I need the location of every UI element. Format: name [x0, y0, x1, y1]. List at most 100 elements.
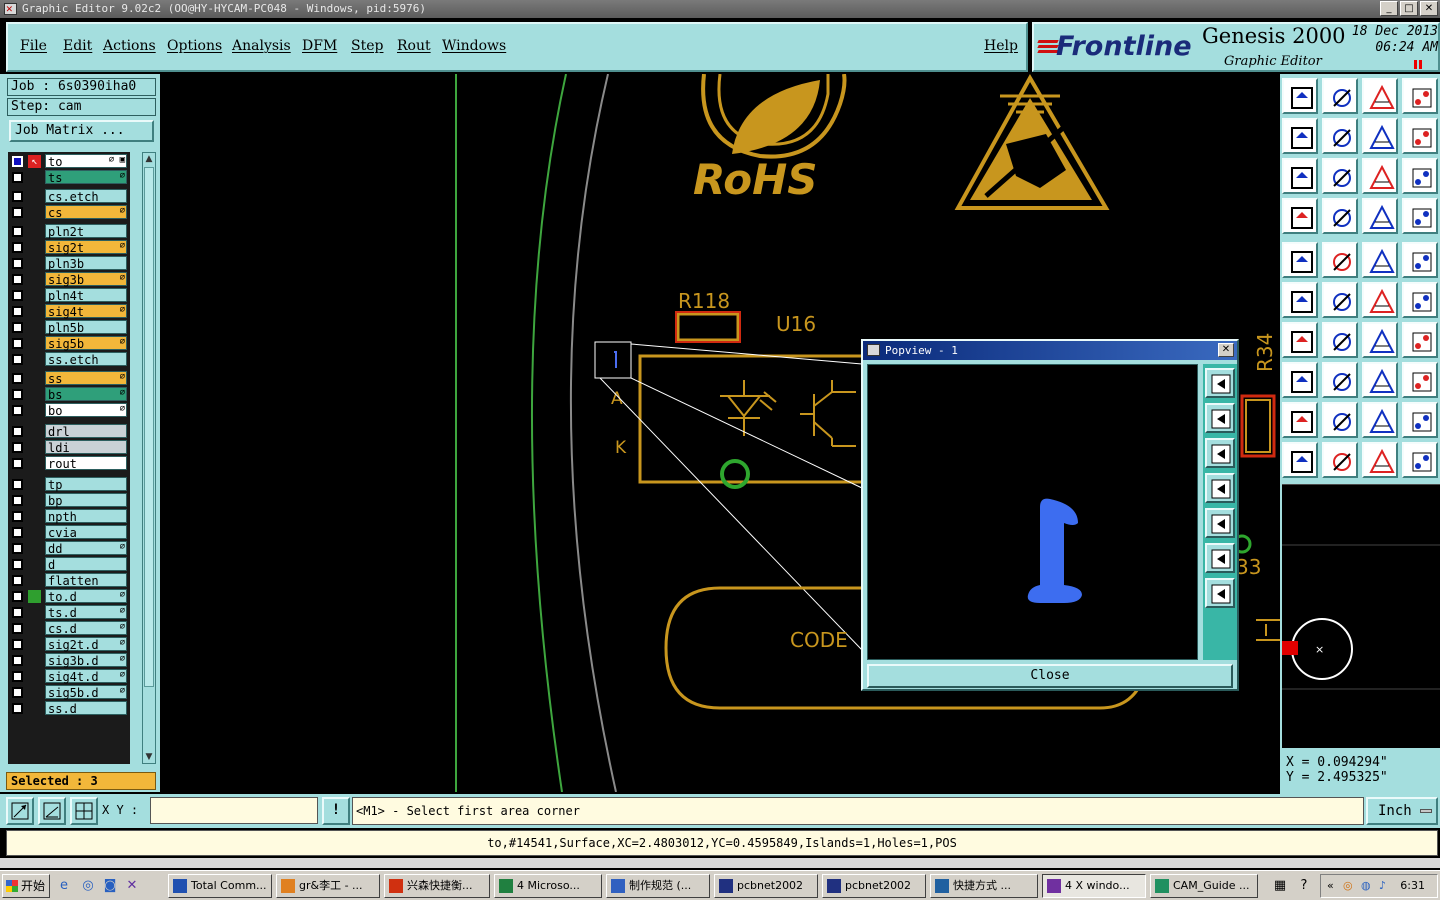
overview-window[interactable]: ×	[1282, 484, 1440, 748]
minimize-button[interactable]: _	[1380, 1, 1398, 16]
layer-checkbox[interactable]	[12, 607, 23, 618]
scale-icon[interactable]	[1362, 158, 1398, 194]
layer-name[interactable]: sig2t	[45, 240, 127, 255]
layer-row-bs[interactable]: bs ⌀	[8, 387, 130, 402]
taskbar-task[interactable]: pcbnet2002	[714, 874, 818, 898]
menu-windows[interactable]: Windows	[442, 38, 506, 54]
center-icon[interactable]	[1322, 158, 1358, 194]
taskbar-task[interactable]: CAM_Guide ...	[1150, 874, 1258, 898]
menu-options[interactable]: Options	[167, 38, 222, 54]
layer-checkbox[interactable]	[12, 655, 23, 666]
menu-dfm[interactable]: DFM	[302, 38, 337, 54]
layers-red-icon[interactable]	[1362, 198, 1398, 234]
layer-checkbox[interactable]	[12, 495, 23, 506]
quicklaunch-icon-2[interactable]: ◙	[102, 878, 118, 894]
help-icon[interactable]: ?	[1296, 878, 1312, 894]
pop-down-icon[interactable]	[1205, 438, 1235, 468]
layer-row-to-d[interactable]: to.d ⌀	[8, 589, 130, 604]
layer-row-sig3b-d[interactable]: sig3b.d ⌀	[8, 653, 130, 668]
layer-name[interactable]: bs	[45, 387, 127, 402]
layer-name[interactable]: ts.d	[45, 605, 127, 620]
ie-icon[interactable]: e	[56, 878, 72, 894]
move-left-icon[interactable]	[1282, 118, 1318, 154]
layer-row-npth[interactable]: npth	[8, 509, 130, 524]
link-2-icon[interactable]	[1402, 282, 1438, 318]
dimension-icon[interactable]	[1362, 362, 1398, 398]
layer-name[interactable]: ldi	[45, 440, 127, 455]
layer-checkbox[interactable]	[12, 527, 23, 538]
layer-row-ldi[interactable]: ldi	[8, 440, 130, 455]
pointer-icon[interactable]	[1282, 442, 1318, 478]
unit-selector[interactable]: Inch	[1366, 797, 1438, 825]
layer-name[interactable]: pln5b	[45, 320, 127, 335]
save-icon[interactable]	[1322, 78, 1358, 114]
menu-help[interactable]: Help	[984, 38, 1018, 54]
layer-row-drl[interactable]: drl	[8, 424, 130, 439]
layer-checkbox[interactable]	[12, 405, 23, 416]
layer-row-sig5b[interactable]: sig5b ⌀	[8, 336, 130, 351]
layer-checkbox[interactable]	[12, 559, 23, 570]
layer-name[interactable]: cs.etch	[45, 189, 127, 204]
layer-row-bp[interactable]: bp	[8, 493, 130, 508]
triangle-1-icon[interactable]	[1282, 402, 1318, 438]
layer-name[interactable]: sig5b	[45, 336, 127, 351]
layer-row-sig4t[interactable]: sig4t ⌀	[8, 304, 130, 319]
fiducial-icon[interactable]	[1402, 322, 1438, 358]
pad-add-icon[interactable]	[1282, 362, 1318, 398]
link-icon[interactable]	[1362, 282, 1398, 318]
layer-row-d[interactable]: d	[8, 557, 130, 572]
route-icon[interactable]	[1402, 118, 1438, 154]
layer-checkbox[interactable]	[12, 274, 23, 285]
pop-up-icon[interactable]	[1205, 403, 1235, 433]
taskbar-task[interactable]: 制作规范 (...	[606, 874, 710, 898]
menu-analysis[interactable]: Analysis	[232, 38, 291, 54]
layer-row-cs-etch[interactable]: cs.etch	[8, 189, 130, 204]
window-title-bar[interactable]: Graphic Editor 9.02c2 (OO@HY-HYCAM-PC048…	[0, 0, 1440, 18]
layer-name[interactable]: ss	[45, 371, 127, 386]
layer-checkbox[interactable]	[12, 258, 23, 269]
popview-close-button[interactable]: Close	[867, 664, 1233, 688]
triangle-4-icon[interactable]	[1402, 402, 1438, 438]
layer-row-sig2t[interactable]: sig2t ⌀	[8, 240, 130, 255]
layer-checkbox[interactable]	[12, 207, 23, 218]
scroll-up-icon[interactable]: ▲	[144, 154, 154, 164]
layer-checkbox[interactable]	[12, 575, 23, 586]
layer-checkbox[interactable]	[12, 242, 23, 253]
tray-icon-2[interactable]: ◍	[1361, 875, 1371, 897]
pop-fit-icon[interactable]	[1205, 543, 1235, 573]
layer-name[interactable]: sig5b.d	[45, 685, 127, 700]
layer-name[interactable]: to.d	[45, 589, 127, 604]
layer-name[interactable]: d	[45, 557, 127, 572]
layer-checkbox[interactable]	[12, 290, 23, 301]
pop-center-icon[interactable]	[1205, 578, 1235, 608]
split-icon[interactable]	[1322, 362, 1358, 398]
layer-checkbox[interactable]	[12, 338, 23, 349]
layer-checkbox[interactable]	[12, 172, 23, 183]
layer-checkbox[interactable]	[12, 226, 23, 237]
zoom-area-button[interactable]	[6, 797, 34, 825]
help-query-icon[interactable]	[1402, 158, 1438, 194]
execute-button[interactable]: !	[322, 797, 350, 825]
layer-name[interactable]: sig3b.d	[45, 653, 127, 668]
line-angle-icon[interactable]	[1282, 322, 1318, 358]
pointer-2-icon[interactable]	[1322, 442, 1358, 478]
layer-row-flatten[interactable]: flatten	[8, 573, 130, 588]
layer-checkbox[interactable]	[12, 639, 23, 650]
layer-row-pln5b[interactable]: pln5b	[8, 320, 130, 335]
layer-name[interactable]: npth	[45, 509, 127, 524]
layer-name[interactable]: cs	[45, 205, 127, 220]
fit-icon[interactable]	[1282, 158, 1318, 194]
cluster-icon[interactable]	[1402, 362, 1438, 398]
layer-name[interactable]: sig4t.d	[45, 669, 127, 684]
layer-checkbox[interactable]	[12, 479, 23, 490]
taskbar-task[interactable]: gr&李工 - ...	[276, 874, 380, 898]
layer-checkbox[interactable]	[12, 511, 23, 522]
pop-zoom-icon[interactable]	[1205, 368, 1235, 398]
grid-button[interactable]	[70, 797, 98, 825]
layer-name[interactable]: flatten	[45, 573, 127, 588]
layer-row-sig3b[interactable]: sig3b ⌀	[8, 272, 130, 287]
layer-row-sig5b-d[interactable]: sig5b.d ⌀	[8, 685, 130, 700]
layer-name[interactable]: pln2t	[45, 224, 127, 239]
popview-window[interactable]: Popview - 1 ✕ Close	[861, 339, 1239, 691]
layer-checkbox[interactable]	[12, 687, 23, 698]
